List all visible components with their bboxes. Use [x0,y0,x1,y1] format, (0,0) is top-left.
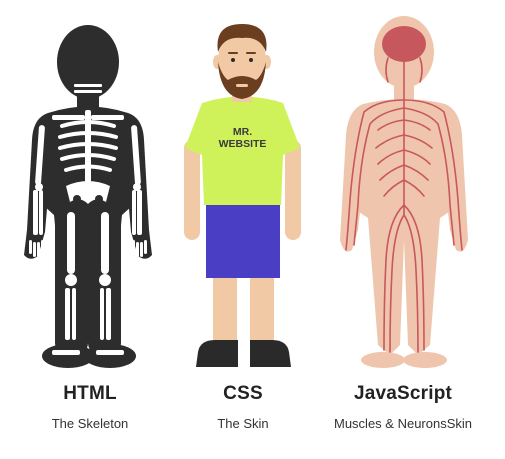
brain [382,26,426,62]
skeleton-figure [24,25,152,368]
css-man-figure: MR. WEBSITE [170,0,315,380]
javascript-subtitle: Muscles & NeuronsSkin [334,416,472,431]
shirt-text-line-1: MR. [232,126,253,138]
right-shoe [250,340,291,367]
shirt [185,96,300,205]
web-anatomy-diagram: MR. WEBSITE HTML The Skeleton CSS The Sk… [0,0,505,459]
left-shoe [196,340,238,367]
shorts [206,200,280,278]
nervous-system-figure [340,16,468,368]
javascript-title: JavaScript [353,383,453,404]
html-title: HTML [63,383,117,404]
html-subtitle: The Skeleton [51,416,129,431]
css-title: CSS [223,383,263,404]
shirt-text-line-2: WEBSITE [218,138,267,150]
css-subtitle: The Skin [217,416,269,431]
man-illustration [184,24,301,367]
